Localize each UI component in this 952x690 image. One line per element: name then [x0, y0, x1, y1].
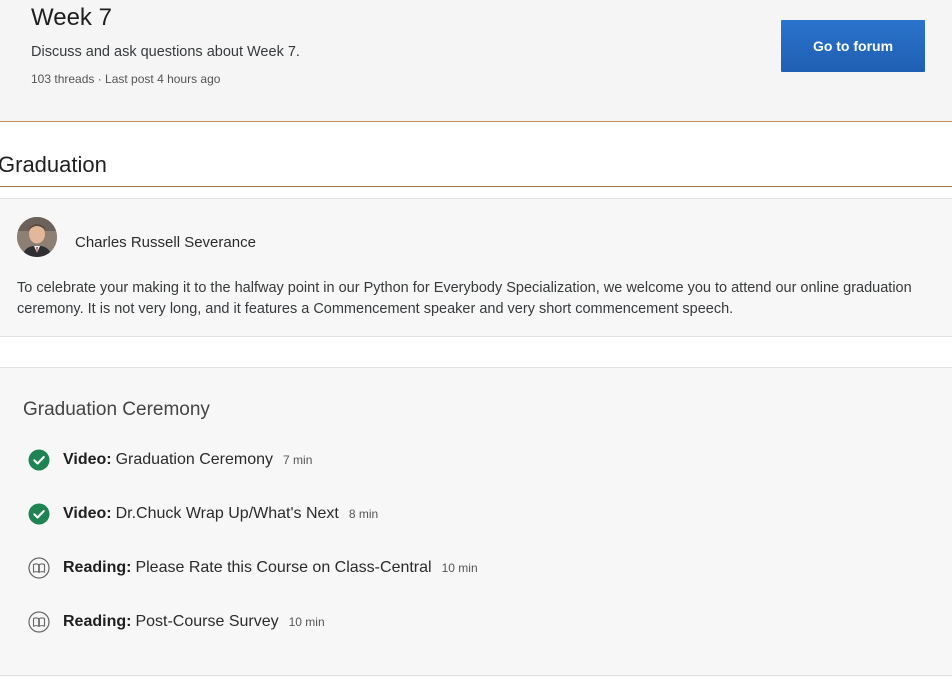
item-duration: 7 min [283, 453, 313, 467]
item-type: Video: [63, 505, 112, 522]
item-type: Reading: [63, 613, 132, 630]
author-name: Charles Russell Severance [75, 234, 256, 251]
lesson-card: Graduation Ceremony Video: Graduation Ce… [0, 367, 952, 676]
lesson-title: Graduation Ceremony [23, 399, 210, 420]
instructor-message: Charles Russell Severance To celebrate y… [0, 198, 952, 337]
lesson-item[interactable]: Reading: Please Rate this Course on Clas… [28, 555, 478, 581]
check-circle-icon [28, 449, 50, 471]
item-name[interactable]: Please Rate this Course on Class-Central [135, 559, 431, 577]
item-type: Reading: [63, 559, 132, 576]
book-icon [28, 611, 50, 633]
item-name[interactable]: Post-Course Survey [135, 613, 278, 631]
item-type: Video: [63, 451, 112, 468]
item-name[interactable]: Dr.Chuck Wrap Up/What's Next [116, 505, 339, 523]
book-icon [28, 557, 50, 579]
item-name[interactable]: Graduation Ceremony [116, 451, 273, 469]
lesson-item[interactable]: Video: Graduation Ceremony 7 min [28, 447, 312, 473]
item-duration: 10 min [288, 615, 325, 629]
forum-title: Week 7 [31, 4, 112, 31]
lesson-item[interactable]: Video: Dr.Chuck Wrap Up/What's Next 8 mi… [28, 501, 378, 527]
forum-description: Discuss and ask questions about Week 7. [31, 44, 300, 60]
forum-meta: 103 threads · Last post 4 hours ago [31, 72, 221, 86]
check-circle-icon [28, 503, 50, 525]
lesson-item[interactable]: Reading: Post-Course Survey 10 min [28, 609, 325, 635]
forum-card: Week 7 Discuss and ask questions about W… [0, 0, 952, 122]
message-body: To celebrate your making it to the halfw… [17, 280, 912, 317]
avatar [17, 217, 57, 257]
item-duration: 10 min [441, 561, 478, 575]
section-divider [0, 186, 952, 187]
item-duration: 8 min [348, 507, 379, 521]
go-to-forum-button[interactable]: Go to forum [781, 20, 925, 72]
section-title: Graduation [0, 152, 107, 177]
